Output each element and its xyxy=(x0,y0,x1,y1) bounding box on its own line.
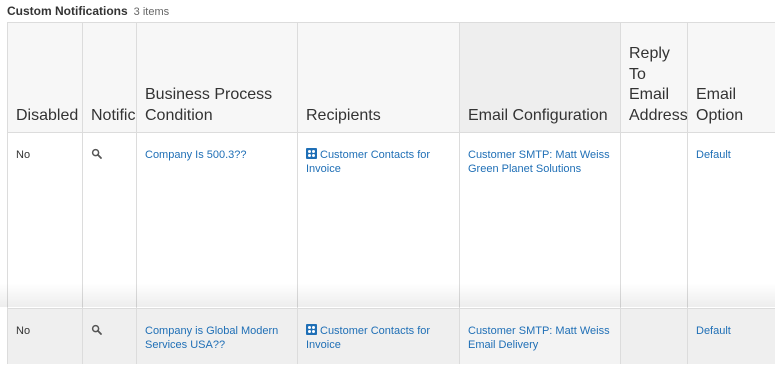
grid-title-bar: Custom Notifications 3 items xyxy=(7,4,169,20)
table-row: No Company is Global Modern Services USA… xyxy=(7,308,775,364)
disabled-value: No xyxy=(16,325,31,337)
email-option-link[interactable]: Default xyxy=(696,325,731,337)
column-header-recipients[interactable]: Recipients xyxy=(297,22,460,133)
table-row: No Company Is 500.3?? Customer Contacts … xyxy=(7,132,775,309)
condition-link[interactable]: Company is Global Modern Services USA?? xyxy=(145,325,278,351)
notifications-table: Disabled Notific Business Process Condit… xyxy=(7,22,775,364)
column-header-notification[interactable]: Notific xyxy=(82,22,137,133)
header-row: Disabled Notific Business Process Condit… xyxy=(7,22,775,133)
condition-link[interactable]: Company Is 500.3?? xyxy=(145,149,247,161)
column-header-reply-to[interactable]: Reply To Email Address xyxy=(620,22,688,133)
grid-title: Custom Notifications xyxy=(7,4,128,18)
item-count: 3 items xyxy=(133,6,170,18)
email-configuration-link[interactable]: Customer SMTP: Matt Weiss Green Planet S… xyxy=(468,149,610,175)
column-header-condition[interactable]: Business Process Condition xyxy=(136,22,298,133)
email-option-link[interactable]: Default xyxy=(696,149,731,161)
people-group-icon xyxy=(306,148,317,159)
column-header-email-option[interactable]: Email Option xyxy=(687,22,775,133)
column-header-disabled[interactable]: Disabled xyxy=(7,22,83,133)
recipients-link[interactable]: Customer Contacts for Invoice xyxy=(306,325,430,351)
column-header-email-configuration[interactable]: Email Configuration xyxy=(459,22,621,133)
search-icon[interactable] xyxy=(91,148,103,160)
search-icon[interactable] xyxy=(91,324,103,336)
recipients-link[interactable]: Customer Contacts for Invoice xyxy=(306,149,430,175)
people-group-icon xyxy=(306,324,317,335)
email-configuration-link[interactable]: Customer SMTP: Matt Weiss Email Delivery xyxy=(468,325,610,351)
disabled-value: No xyxy=(16,149,31,161)
